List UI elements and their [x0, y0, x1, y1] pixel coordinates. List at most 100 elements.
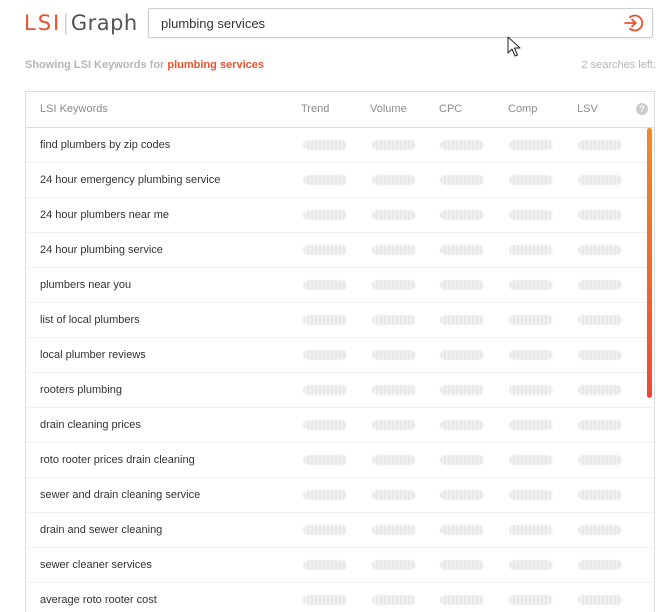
cpc-value-blurred [440, 245, 484, 255]
comp-value-blurred [509, 210, 553, 220]
comp-value-blurred [509, 595, 553, 605]
comp-value-blurred [509, 350, 553, 360]
volume-value-blurred [372, 280, 416, 290]
volume-value-blurred [372, 210, 416, 220]
header-trend[interactable]: Trend [301, 92, 329, 126]
table-row[interactable]: sewer cleaner services [26, 548, 654, 583]
comp-value-blurred [509, 490, 553, 500]
volume-value-blurred [372, 525, 416, 535]
keyword-cell[interactable]: drain cleaning prices [40, 408, 141, 442]
results-info-keyword: plumbing services [167, 59, 264, 71]
comp-value-blurred [509, 560, 553, 570]
trend-value-blurred [303, 420, 347, 430]
cpc-value-blurred [440, 280, 484, 290]
header-comp[interactable]: Comp [508, 92, 537, 126]
comp-value-blurred [509, 175, 553, 185]
volume-value-blurred [372, 560, 416, 570]
table-header: LSI Keywords Trend Volume CPC Comp LSV ? [26, 92, 654, 128]
keyword-cell[interactable]: drain and sewer cleaning [40, 513, 162, 547]
lsv-value-blurred [578, 350, 622, 360]
lsv-value-blurred [578, 210, 622, 220]
comp-value-blurred [509, 280, 553, 290]
table-row[interactable]: find plumbers by zip codes [26, 128, 654, 163]
lsv-value-blurred [578, 455, 622, 465]
header-lsi-keywords[interactable]: LSI Keywords [40, 92, 108, 126]
trend-value-blurred [303, 140, 347, 150]
page: LSI|Graph Showing LSI Keywords for plumb… [0, 0, 672, 612]
cpc-value-blurred [440, 420, 484, 430]
trend-value-blurred [303, 490, 347, 500]
keyword-cell[interactable]: plumbers near you [40, 268, 131, 302]
results-info-prefix: Showing LSI Keywords for [25, 59, 168, 71]
volume-value-blurred [372, 385, 416, 395]
keyword-cell[interactable]: 24 hour emergency plumbing service [40, 163, 220, 197]
trend-value-blurred [303, 315, 347, 325]
comp-value-blurred [509, 420, 553, 430]
lsv-value-blurred [578, 175, 622, 185]
lsv-value-blurred [578, 420, 622, 430]
table-row[interactable]: local plumber reviews [26, 338, 654, 373]
table-row[interactable]: drain cleaning prices [26, 408, 654, 443]
question-circle-icon[interactable]: ? [636, 103, 648, 115]
volume-value-blurred [372, 140, 416, 150]
lsv-value-blurred [578, 595, 622, 605]
keyword-cell[interactable]: average roto rooter cost [40, 583, 157, 612]
volume-value-blurred [372, 245, 416, 255]
trend-value-blurred [303, 385, 347, 395]
trend-value-blurred [303, 595, 347, 605]
keyword-cell[interactable]: sewer and drain cleaning service [40, 478, 200, 512]
lsv-value-blurred [578, 560, 622, 570]
lsv-value-blurred [578, 245, 622, 255]
lsv-value-blurred [578, 490, 622, 500]
keyword-cell[interactable]: list of local plumbers [40, 303, 140, 337]
arrow-in-circle-icon [624, 14, 644, 32]
cpc-value-blurred [440, 490, 484, 500]
lsv-value-blurred [578, 525, 622, 535]
comp-value-blurred [509, 245, 553, 255]
cpc-value-blurred [440, 595, 484, 605]
table-row[interactable]: 24 hour plumbing service [26, 233, 654, 268]
trend-value-blurred [303, 525, 347, 535]
cpc-value-blurred [440, 560, 484, 570]
keyword-cell[interactable]: 24 hour plumbers near me [40, 198, 169, 232]
table-row[interactable]: roto rooter prices drain cleaning [26, 443, 654, 478]
logo-lsi: LSI [24, 11, 62, 35]
table-row[interactable]: 24 hour plumbers near me [26, 198, 654, 233]
scrollbar-thumb[interactable] [647, 128, 652, 398]
keywords-table: LSI Keywords Trend Volume CPC Comp LSV ?… [25, 91, 655, 612]
search-box [148, 8, 653, 38]
trend-value-blurred [303, 560, 347, 570]
table-row[interactable]: list of local plumbers [26, 303, 654, 338]
header-cpc[interactable]: CPC [439, 92, 462, 126]
header-volume[interactable]: Volume [370, 92, 407, 126]
lsv-value-blurred [578, 280, 622, 290]
table-row[interactable]: rooters plumbing [26, 373, 654, 408]
keyword-cell[interactable]: roto rooter prices drain cleaning [40, 443, 195, 477]
search-input[interactable] [161, 9, 601, 37]
volume-value-blurred [372, 175, 416, 185]
volume-value-blurred [372, 350, 416, 360]
table-row[interactable]: drain and sewer cleaning [26, 513, 654, 548]
table-row[interactable]: average roto rooter cost [26, 583, 654, 612]
mouse-pointer-icon [507, 36, 521, 57]
comp-value-blurred [509, 385, 553, 395]
cpc-value-blurred [440, 140, 484, 150]
header-lsv[interactable]: LSV [577, 92, 598, 126]
keyword-cell[interactable]: rooters plumbing [40, 373, 122, 407]
volume-value-blurred [372, 315, 416, 325]
table-row[interactable]: 24 hour emergency plumbing service [26, 163, 654, 198]
table-row[interactable]: plumbers near you [26, 268, 654, 303]
keyword-cell[interactable]: find plumbers by zip codes [40, 128, 170, 162]
keyword-cell[interactable]: 24 hour plumbing service [40, 233, 163, 267]
cpc-value-blurred [440, 525, 484, 535]
lsv-value-blurred [578, 140, 622, 150]
search-submit-button[interactable] [622, 12, 644, 34]
keyword-cell[interactable]: local plumber reviews [40, 338, 146, 372]
table-row[interactable]: sewer and drain cleaning service [26, 478, 654, 513]
trend-value-blurred [303, 455, 347, 465]
trend-value-blurred [303, 280, 347, 290]
logo[interactable]: LSI|Graph [24, 10, 138, 36]
logo-graph: Graph [70, 11, 138, 35]
keyword-cell[interactable]: sewer cleaner services [40, 548, 152, 582]
cpc-value-blurred [440, 350, 484, 360]
